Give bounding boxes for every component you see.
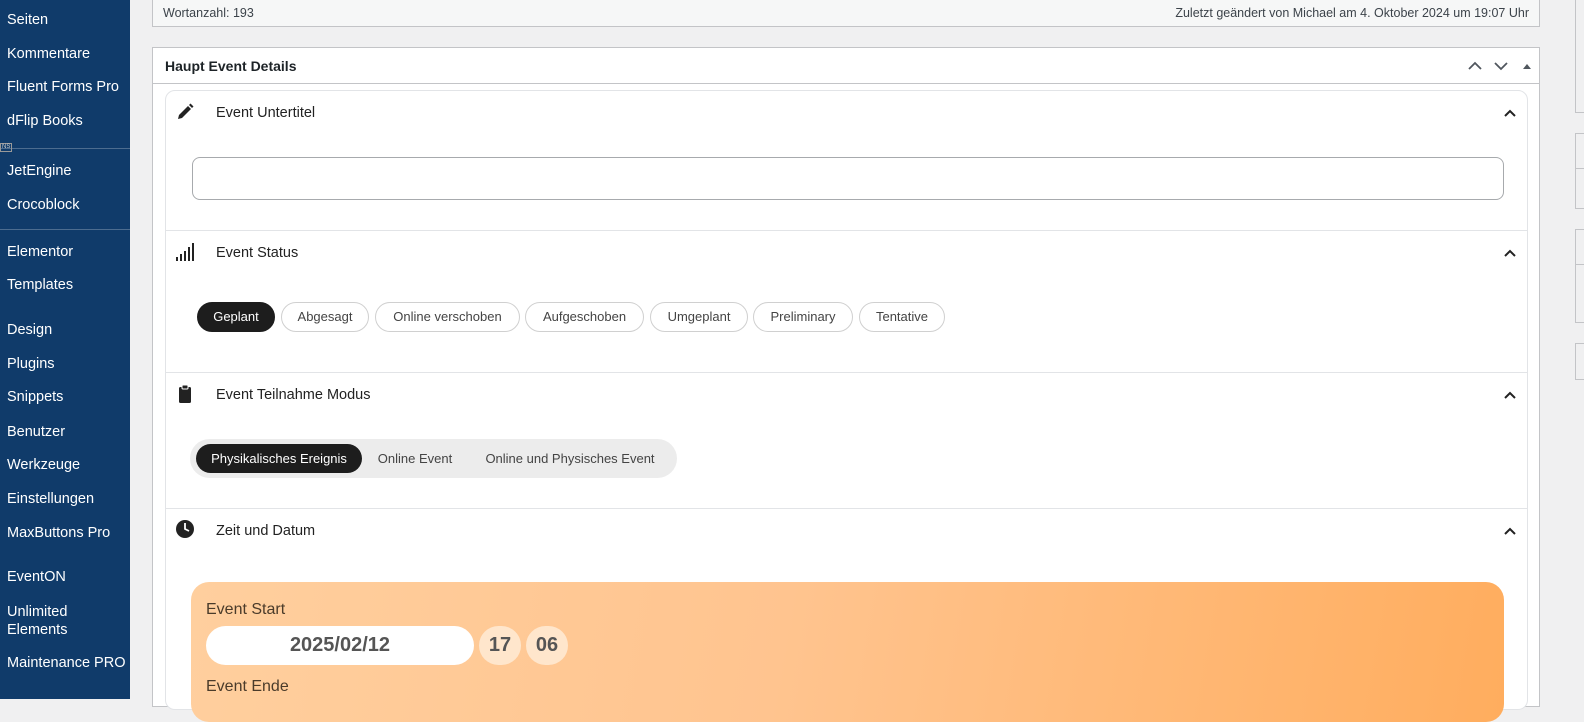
mode-option-hybrid[interactable]: Online und Physisches Event	[470, 444, 670, 473]
status-option-online-verschoben[interactable]: Online verschoben	[375, 302, 520, 332]
section-title-datetime: Zeit und Datum	[216, 523, 316, 539]
clock-icon	[176, 520, 194, 538]
collapse-toggle-icon[interactable]	[1518, 57, 1536, 75]
status-option-geplant[interactable]: Geplant	[197, 302, 275, 332]
edge-border	[1575, 229, 1576, 322]
start-minute-field[interactable]: 06	[526, 626, 568, 665]
sidebar-item-fluent-forms-pro[interactable]: Fluent Forms Pro	[7, 78, 127, 96]
event-end-label: Event Ende	[206, 678, 289, 695]
event-sections-panel: Event Untertitel Event Status Geplant Ab…	[165, 90, 1528, 722]
ns-badge: NS	[0, 143, 13, 152]
status-option-abgesagt[interactable]: Abgesagt	[281, 302, 369, 332]
sidebar-item-werkzeuge[interactable]: Werkzeuge	[7, 456, 127, 474]
move-up-icon[interactable]	[1466, 57, 1484, 75]
sidebar-item-crocoblock[interactable]: Crocoblock	[7, 196, 127, 214]
sidebar-item-maxbuttons-pro[interactable]: MaxButtons Pro	[7, 524, 127, 542]
admin-sidebar: Seiten Kommentare Fluent Forms Pro dFlip…	[0, 0, 130, 699]
event-details-metabox: Haupt Event Details Event Untertitel Eve…	[152, 47, 1540, 722]
sidebar-item-templates[interactable]: Templates	[7, 276, 127, 294]
mode-option-online[interactable]: Online Event	[368, 444, 462, 473]
edge-border	[1575, 112, 1584, 113]
sidebar-item-snippets[interactable]: Snippets	[7, 388, 127, 406]
signal-bars-icon	[176, 243, 194, 261]
sidebar-item-einstellungen[interactable]: Einstellungen	[7, 490, 127, 508]
edge-border	[1575, 133, 1584, 134]
sidebar-item-benutzer[interactable]: Benutzer	[7, 423, 127, 441]
edge-border	[1575, 168, 1584, 169]
status-option-aufgeschoben[interactable]: Aufgeschoben	[525, 302, 644, 332]
sidebar-item-dflip-books[interactable]: dFlip Books	[7, 112, 127, 130]
section-divider	[166, 230, 1527, 231]
metabox-header: Haupt Event Details	[153, 48, 1539, 84]
sidebar-item-jetengine[interactable]: JetEngine	[7, 162, 127, 180]
move-down-icon[interactable]	[1492, 57, 1510, 75]
editor-status-bar: Wortanzahl: 193 Zuletzt geändert von Mic…	[152, 0, 1540, 27]
status-option-tentative[interactable]: Tentative	[859, 302, 945, 332]
sidebar-item-maintenance-pro[interactable]: Maintenance PRO	[7, 654, 127, 672]
last-edited-info: Zuletzt geändert von Michael am 4. Oktob…	[1175, 6, 1529, 20]
chevron-up-icon[interactable]	[1503, 106, 1517, 120]
edge-border	[1575, 229, 1584, 230]
chevron-up-icon[interactable]	[1503, 388, 1517, 402]
sidebar-separator	[0, 148, 130, 149]
sidebar-item-eventon[interactable]: EventON	[7, 568, 127, 586]
pencil-icon	[178, 103, 194, 119]
edge-border	[1575, 0, 1576, 112]
start-date-field[interactable]: 2025/02/12	[206, 626, 474, 665]
section-title-subtitle: Event Untertitel	[216, 105, 316, 121]
edge-border	[1575, 208, 1584, 209]
chevron-up-icon[interactable]	[1503, 524, 1517, 538]
edge-border	[1575, 264, 1584, 265]
sidebar-item-kommentare[interactable]: Kommentare	[7, 45, 127, 63]
status-option-umgeplant[interactable]: Umgeplant	[650, 302, 748, 332]
edge-border	[1575, 379, 1584, 380]
sidebar-item-design[interactable]: Design	[7, 321, 127, 339]
sidebar-separator	[0, 229, 130, 230]
edge-border	[1575, 322, 1584, 323]
event-time-card: Event Start 2025/02/12 17 06 Event Ende	[191, 582, 1504, 722]
word-count: Wortanzahl: 193	[163, 6, 254, 20]
edge-border	[1575, 133, 1576, 208]
section-title-status: Event Status	[216, 245, 299, 261]
edge-border	[1575, 343, 1576, 379]
edge-border	[1575, 343, 1584, 344]
right-column-edge	[1560, 0, 1584, 699]
sidebar-item-unlimited-elements[interactable]: Unlimited Elements	[7, 603, 87, 639]
clipboard-icon	[179, 384, 191, 403]
status-option-preliminary[interactable]: Preliminary	[753, 302, 853, 332]
sidebar-item-plugins[interactable]: Plugins	[7, 355, 127, 373]
start-hour-field[interactable]: 17	[479, 626, 521, 665]
section-title-attendance: Event Teilnahme Modus	[216, 387, 371, 403]
section-divider	[166, 508, 1527, 509]
sidebar-item-seiten[interactable]: Seiten	[7, 11, 127, 29]
mode-option-physical[interactable]: Physikalisches Ereignis	[196, 444, 362, 473]
attendance-mode-toggle: Physikalisches Ereignis Online Event Onl…	[190, 439, 677, 478]
metabox-title: Haupt Event Details	[165, 58, 297, 74]
event-start-label: Event Start	[206, 601, 286, 618]
section-divider	[166, 372, 1527, 373]
event-subtitle-input[interactable]	[192, 157, 1504, 200]
sidebar-item-elementor[interactable]: Elementor	[7, 243, 127, 261]
chevron-up-icon[interactable]	[1503, 246, 1517, 260]
